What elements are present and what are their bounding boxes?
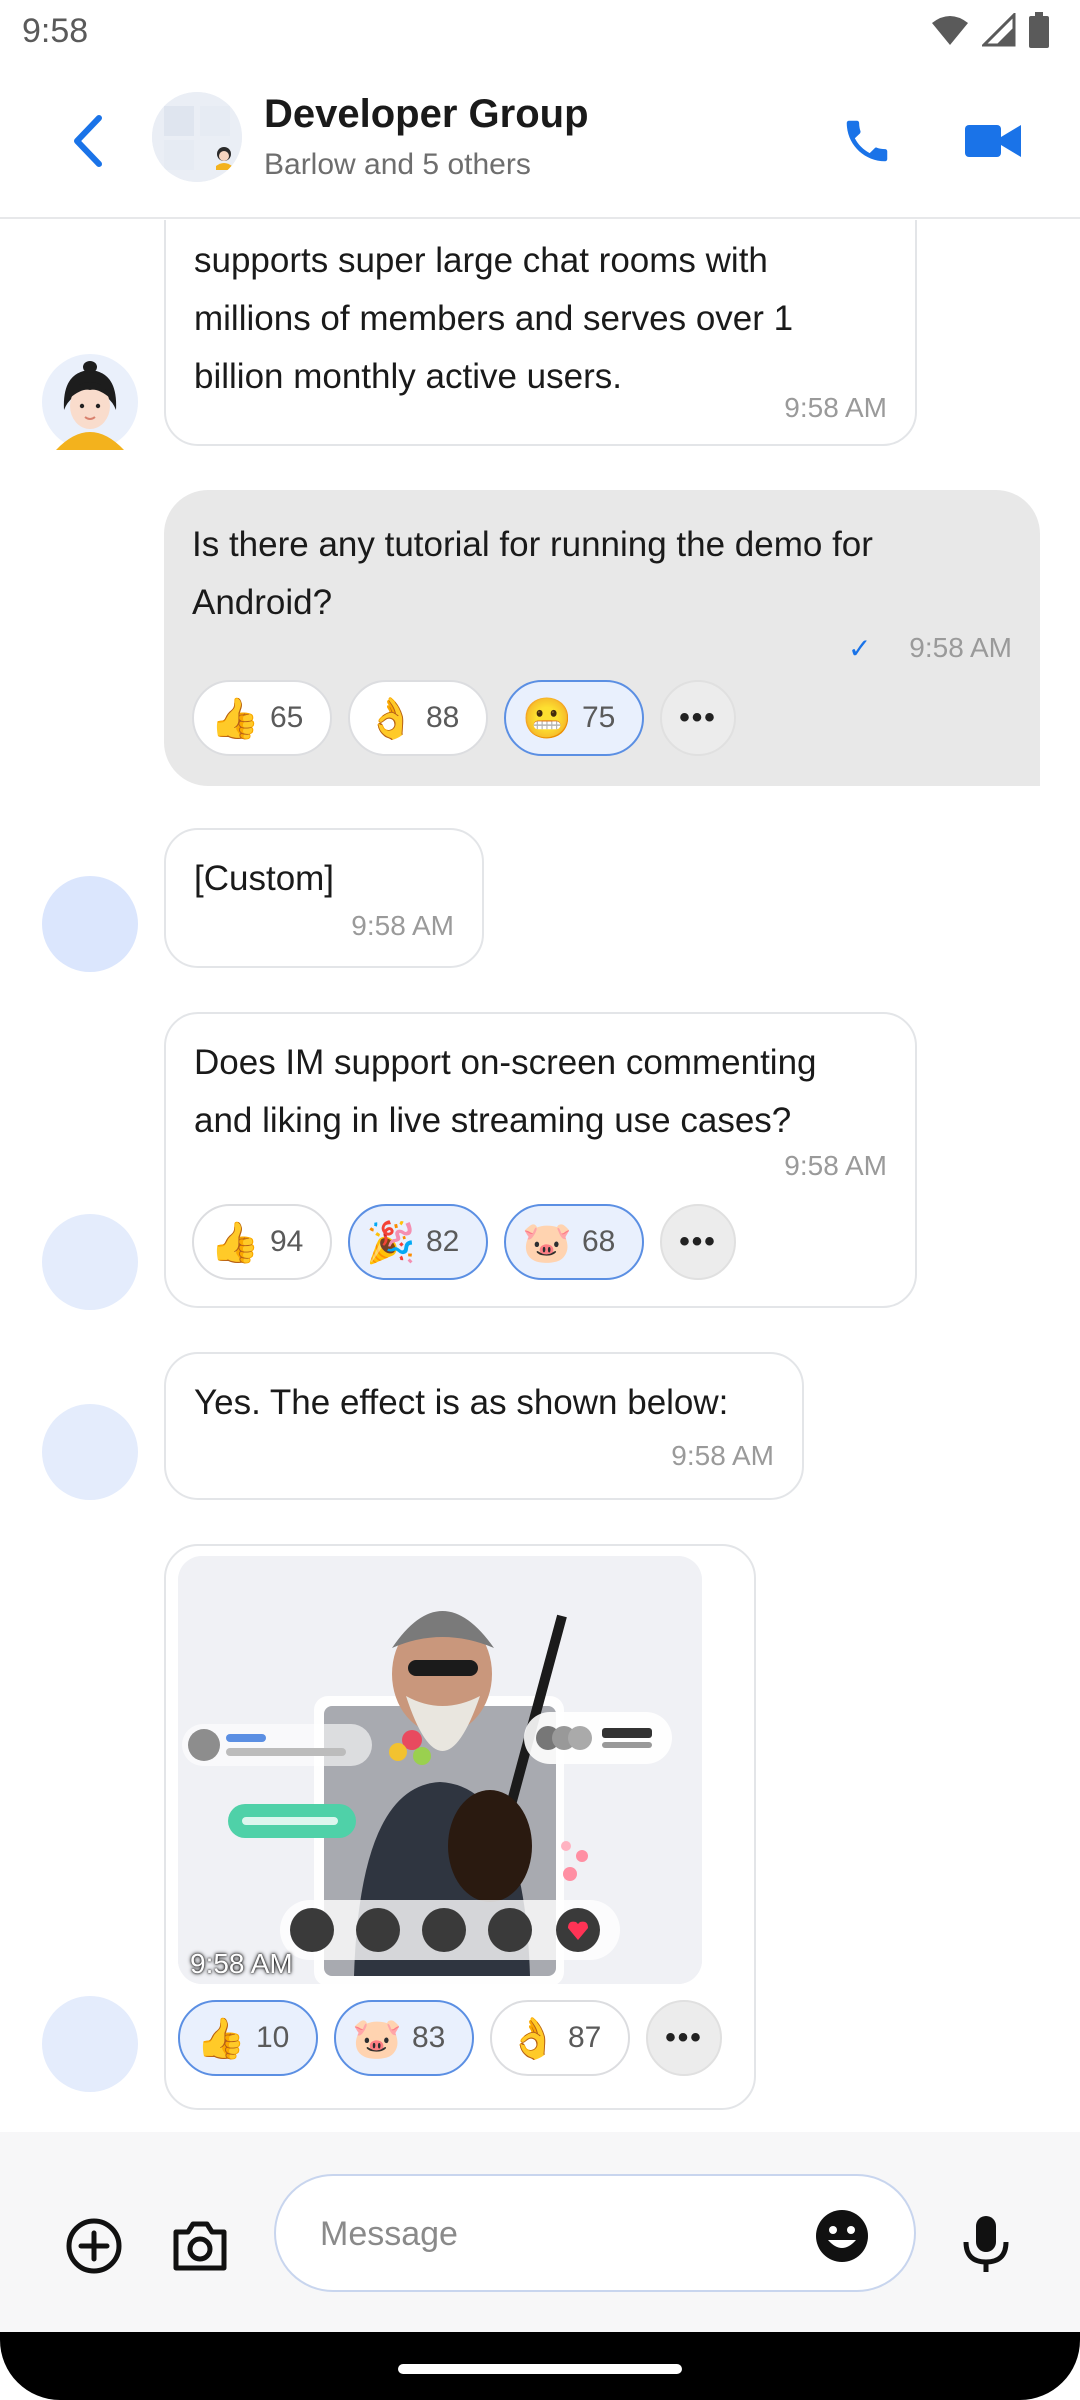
message-bubble-self[interactable]: Is there any tutorial for running the de… [164,490,1040,786]
battery-icon [1029,12,1049,48]
sender-avatar[interactable] [42,876,138,972]
home-indicator[interactable] [398,2364,682,2374]
voice-call-button[interactable] [832,106,902,176]
back-button[interactable] [60,106,116,176]
chat-title: Developer Group [264,92,589,136]
ok-hand-emoji-icon: 👌 [366,696,416,741]
reaction-count: 68 [582,1225,616,1258]
sender-avatar[interactable] [42,1996,138,2092]
reaction-count: 88 [426,701,460,734]
reaction-count: 10 [256,2021,290,2054]
camera-button[interactable] [168,2214,232,2278]
message-text-line: supports super large chat rooms with [194,241,768,280]
reaction-bar: 👍 10 🐷 83 👌 87 ••• [178,2000,722,2076]
chevron-left-icon [74,115,102,167]
live-stream-image [178,1556,702,1984]
reaction-count: 94 [270,1225,304,1258]
message-text: Is there any tutorial for running the de… [192,516,873,632]
reaction-count: 65 [270,701,304,734]
message-bubble[interactable]: Does IM support on-screen commenting and… [164,1012,917,1308]
pig-emoji-icon: 🐷 [352,2016,402,2061]
message-bubble[interactable]: [Custom] 9:58 AM [164,828,484,968]
sender-avatar[interactable] [42,354,138,450]
phone-icon [846,120,888,162]
composer-bar [0,2132,1080,2332]
message-input[interactable] [320,2202,780,2266]
chat-header: Developer Group Barlow and 5 others [0,66,1080,219]
reaction-chip[interactable]: 👍 65 [192,680,332,756]
more-reactions-button[interactable]: ••• [660,680,736,756]
more-reactions-button[interactable]: ••• [660,1204,736,1280]
message-text-line: and liking in live streaming use cases? [194,1101,792,1140]
status-time: 9:58 [22,12,89,50]
read-check-icon: ✓ [848,633,872,664]
thumbs-up-emoji-icon: 👍 [196,2016,246,2061]
message-time: 9:58 AM [909,632,1012,663]
reaction-chip-selected[interactable]: 🎉 82 [348,1204,488,1280]
ok-hand-emoji-icon: 👌 [508,2016,558,2061]
message-time: 9:58 AM [351,910,454,941]
reaction-bar: 👍 65 👌 88 😬 75 ••• [192,680,736,756]
group-avatar-icon [152,92,242,182]
reaction-count: 83 [412,2021,446,2054]
pig-emoji-icon: 🐷 [522,1220,572,1265]
reaction-chip[interactable]: 👌 88 [348,680,488,756]
message-time: 9:58 AM [784,392,887,423]
wifi-icon [932,16,968,45]
message-text-line: Android? [192,583,333,622]
add-attachment-button[interactable] [62,2214,126,2278]
more-reactions-button[interactable]: ••• [646,2000,722,2076]
message-text-line: millions of members and serves over 1 [194,299,794,338]
video-camera-icon [965,125,1021,157]
reaction-count: 87 [568,2021,602,2054]
thumbs-up-emoji-icon: 👍 [210,696,260,741]
message-text-line: billion monthly active users. [194,357,622,396]
reaction-chip-selected[interactable]: 👍 10 [178,2000,318,2076]
status-icons [930,12,1050,48]
signal-icon [982,13,1016,47]
message-text-line: Yes. The effect is as shown below: [194,1383,729,1422]
reaction-chip-selected[interactable]: 🐷 68 [504,1204,644,1280]
thumbs-up-emoji-icon: 👍 [210,1220,260,1265]
chat-subtitle: Barlow and 5 others [264,148,531,181]
message-bubble[interactable]: supports super large chat rooms with mil… [164,220,917,446]
sender-avatar[interactable] [42,1404,138,1500]
reaction-count: 82 [426,1225,460,1258]
message-text: supports super large chat rooms with mil… [194,232,793,406]
reaction-bar: 👍 94 🎉 82 🐷 68 ••• [192,1204,736,1280]
message-bubble[interactable]: Yes. The effect is as shown below: 9:58 … [164,1352,804,1500]
woman-avatar-icon [42,354,138,450]
message-text-line: [Custom] [194,859,335,898]
message-text: Yes. The effect is as shown below: [194,1374,728,1432]
reaction-count: 75 [582,701,616,734]
image-message-time: 9:58 AM [190,1948,293,1979]
message-time: 9:58 AM [784,1150,887,1181]
status-bar: 9:58 [0,0,1080,66]
image-attachment[interactable] [178,1556,702,1984]
reaction-chip[interactable]: 👌 87 [490,2000,630,2076]
message-text: [Custom] [194,850,334,908]
message-time: 9:58 AM [671,1440,774,1471]
message-text: Does IM support on-screen commenting and… [194,1034,817,1150]
message-list[interactable]: supports super large chat rooms with mil… [0,220,1080,2132]
emoji-button[interactable] [814,2208,870,2264]
video-call-button[interactable] [958,106,1028,176]
sender-avatar[interactable] [42,1214,138,1310]
message-input-container [274,2174,916,2292]
group-avatar[interactable] [152,92,242,182]
camera-icon [173,2221,227,2271]
message-text-line: Does IM support on-screen commenting [194,1043,817,1082]
voice-message-button[interactable] [956,2212,1016,2276]
party-popper-emoji-icon: 🎉 [366,1220,416,1265]
reaction-chip-selected[interactable]: 😬 75 [504,680,644,756]
microphone-icon [963,2216,1009,2272]
grimace-emoji-icon: 😬 [522,696,572,741]
message-text-line: Is there any tutorial for running the de… [192,525,873,564]
reaction-chip-selected[interactable]: 🐷 83 [334,2000,474,2076]
smiley-icon [816,2210,868,2262]
reaction-chip[interactable]: 👍 94 [192,1204,332,1280]
plus-circle-icon [66,2218,122,2274]
